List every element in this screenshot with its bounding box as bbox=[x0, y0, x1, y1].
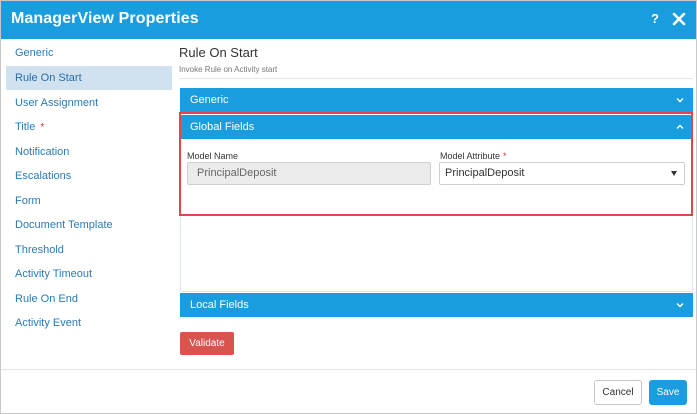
sidebar-item-generic[interactable]: Generic bbox=[6, 41, 172, 65]
sidebar-item-document-template[interactable]: Document Template bbox=[6, 213, 172, 237]
accordion-label: Generic bbox=[190, 94, 229, 106]
chevron-down-icon bbox=[676, 98, 684, 103]
properties-dialog: ManagerView Properties ? Generic Rule On… bbox=[0, 0, 697, 414]
cancel-button[interactable]: Cancel bbox=[594, 380, 642, 405]
sidebar-item-escalations[interactable]: Escalations bbox=[6, 164, 172, 188]
sidebar-item-label: Escalations bbox=[15, 170, 72, 182]
close-icon[interactable] bbox=[672, 12, 686, 26]
help-icon[interactable]: ? bbox=[651, 11, 659, 26]
section-title: Rule On Start bbox=[179, 45, 258, 60]
sidebar-item-activity-event[interactable]: Activity Event bbox=[6, 311, 172, 335]
accordion-local-fields[interactable]: Local Fields bbox=[180, 293, 693, 317]
sidebar-item-rule-on-end[interactable]: Rule On End bbox=[6, 287, 172, 311]
sidebar-item-label: Threshold bbox=[15, 244, 64, 256]
sidebar: Generic Rule On Start User Assignment Ti… bbox=[1, 39, 173, 369]
sidebar-item-label: Document Template bbox=[15, 219, 113, 231]
highlight-box bbox=[179, 112, 693, 216]
chevron-down-icon bbox=[676, 303, 684, 308]
sidebar-item-label: Activity Event bbox=[15, 317, 82, 329]
sidebar-item-label: Title bbox=[15, 121, 36, 133]
sidebar-item-rule-on-start[interactable]: Rule On Start bbox=[6, 66, 172, 90]
sidebar-item-activity-timeout[interactable]: Activity Timeout bbox=[6, 262, 172, 286]
section-subtitle: Invoke Rule on Activity start bbox=[179, 65, 278, 74]
main-content: Rule On Start Invoke Rule on Activity st… bbox=[179, 39, 694, 369]
title-bar: ManagerView Properties ? bbox=[1, 1, 696, 39]
sidebar-item-title[interactable]: Title * bbox=[6, 115, 172, 139]
sidebar-item-label: Generic bbox=[15, 47, 54, 59]
accordion-generic[interactable]: Generic bbox=[180, 88, 693, 112]
dialog-title: ManagerView Properties bbox=[11, 10, 199, 27]
validate-button[interactable]: Validate bbox=[180, 332, 234, 355]
required-marker: * bbox=[40, 122, 45, 133]
sidebar-item-label: Rule On End bbox=[15, 293, 78, 305]
sidebar-item-threshold[interactable]: Threshold bbox=[6, 238, 172, 262]
sidebar-item-label: Rule On Start bbox=[15, 72, 82, 84]
section-divider bbox=[179, 78, 693, 79]
sidebar-item-label: Activity Timeout bbox=[15, 268, 93, 280]
sidebar-item-label: User Assignment bbox=[15, 97, 99, 109]
sidebar-item-form[interactable]: Form bbox=[6, 189, 172, 213]
sidebar-item-notification[interactable]: Notification bbox=[6, 140, 172, 164]
footer-divider bbox=[1, 369, 696, 370]
sidebar-item-label: Form bbox=[15, 195, 41, 207]
sidebar-item-label: Notification bbox=[15, 146, 70, 158]
save-button[interactable]: Save bbox=[649, 380, 687, 405]
sidebar-item-user-assignment[interactable]: User Assignment bbox=[6, 91, 172, 115]
accordion-label: Local Fields bbox=[190, 299, 249, 311]
